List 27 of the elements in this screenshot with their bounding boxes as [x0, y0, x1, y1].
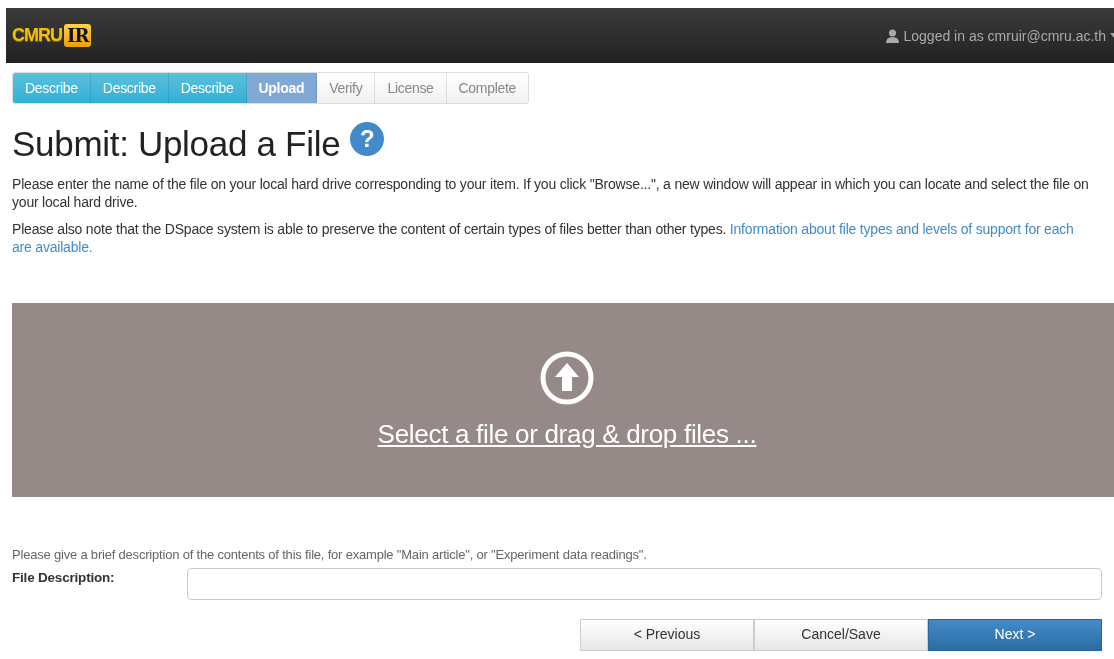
drop-zone[interactable]: Select a file or drag & drop files ...	[12, 303, 1114, 497]
step-tab[interactable]: License	[375, 73, 447, 103]
step-tab[interactable]: Describe	[168, 73, 247, 103]
logo-text: CMRU	[12, 25, 62, 46]
step-tab[interactable]: Describe	[90, 73, 169, 103]
field-label: File Description:	[12, 569, 116, 585]
next-button[interactable]: Next >	[928, 619, 1102, 651]
user-menu[interactable]: Logged in as cmruir@cmru.ac.th	[903, 27, 1106, 44]
file-description-input[interactable]	[187, 568, 1102, 600]
logo[interactable]: CMRU IR	[12, 24, 92, 47]
help-icon[interactable]: ?	[350, 122, 385, 156]
page-title: Submit: Upload a File	[12, 124, 341, 164]
note-text: Please also note that the DSpace system is able to preserve the content of certain types of files better than other types. Information about file types and levels of support for each are available.	[12, 220, 1075, 256]
upload-icon[interactable]	[540, 350, 594, 405]
file-types-link[interactable]: are available.	[12, 239, 93, 255]
logo-badge: IR	[64, 24, 92, 47]
file-types-link[interactable]: Information about file types and levels of support for each	[729, 221, 1074, 237]
intro-text: Please enter the name of the file on your local hard drive corresponding to your item. If you click "Browse...", a new window will appear in which you can locate and select the file on your local hard drive.	[12, 175, 1090, 211]
drop-zone-link[interactable]: Select a file or drag & drop files ...	[377, 418, 757, 450]
step-tab[interactable]: Upload	[246, 73, 318, 103]
description-hint: Please give a brief description of the contents of this file, for example "Main article", or "Experiment data readings".	[12, 547, 648, 562]
user-icon	[886, 28, 900, 43]
nav-button[interactable]: < Previous	[580, 619, 754, 651]
step-tab[interactable]: Verify	[317, 73, 376, 103]
nav-button[interactable]: Cancel/Save	[754, 619, 928, 651]
step-tab[interactable]: Describe	[13, 73, 91, 103]
step-tab[interactable]: Complete	[446, 73, 529, 103]
